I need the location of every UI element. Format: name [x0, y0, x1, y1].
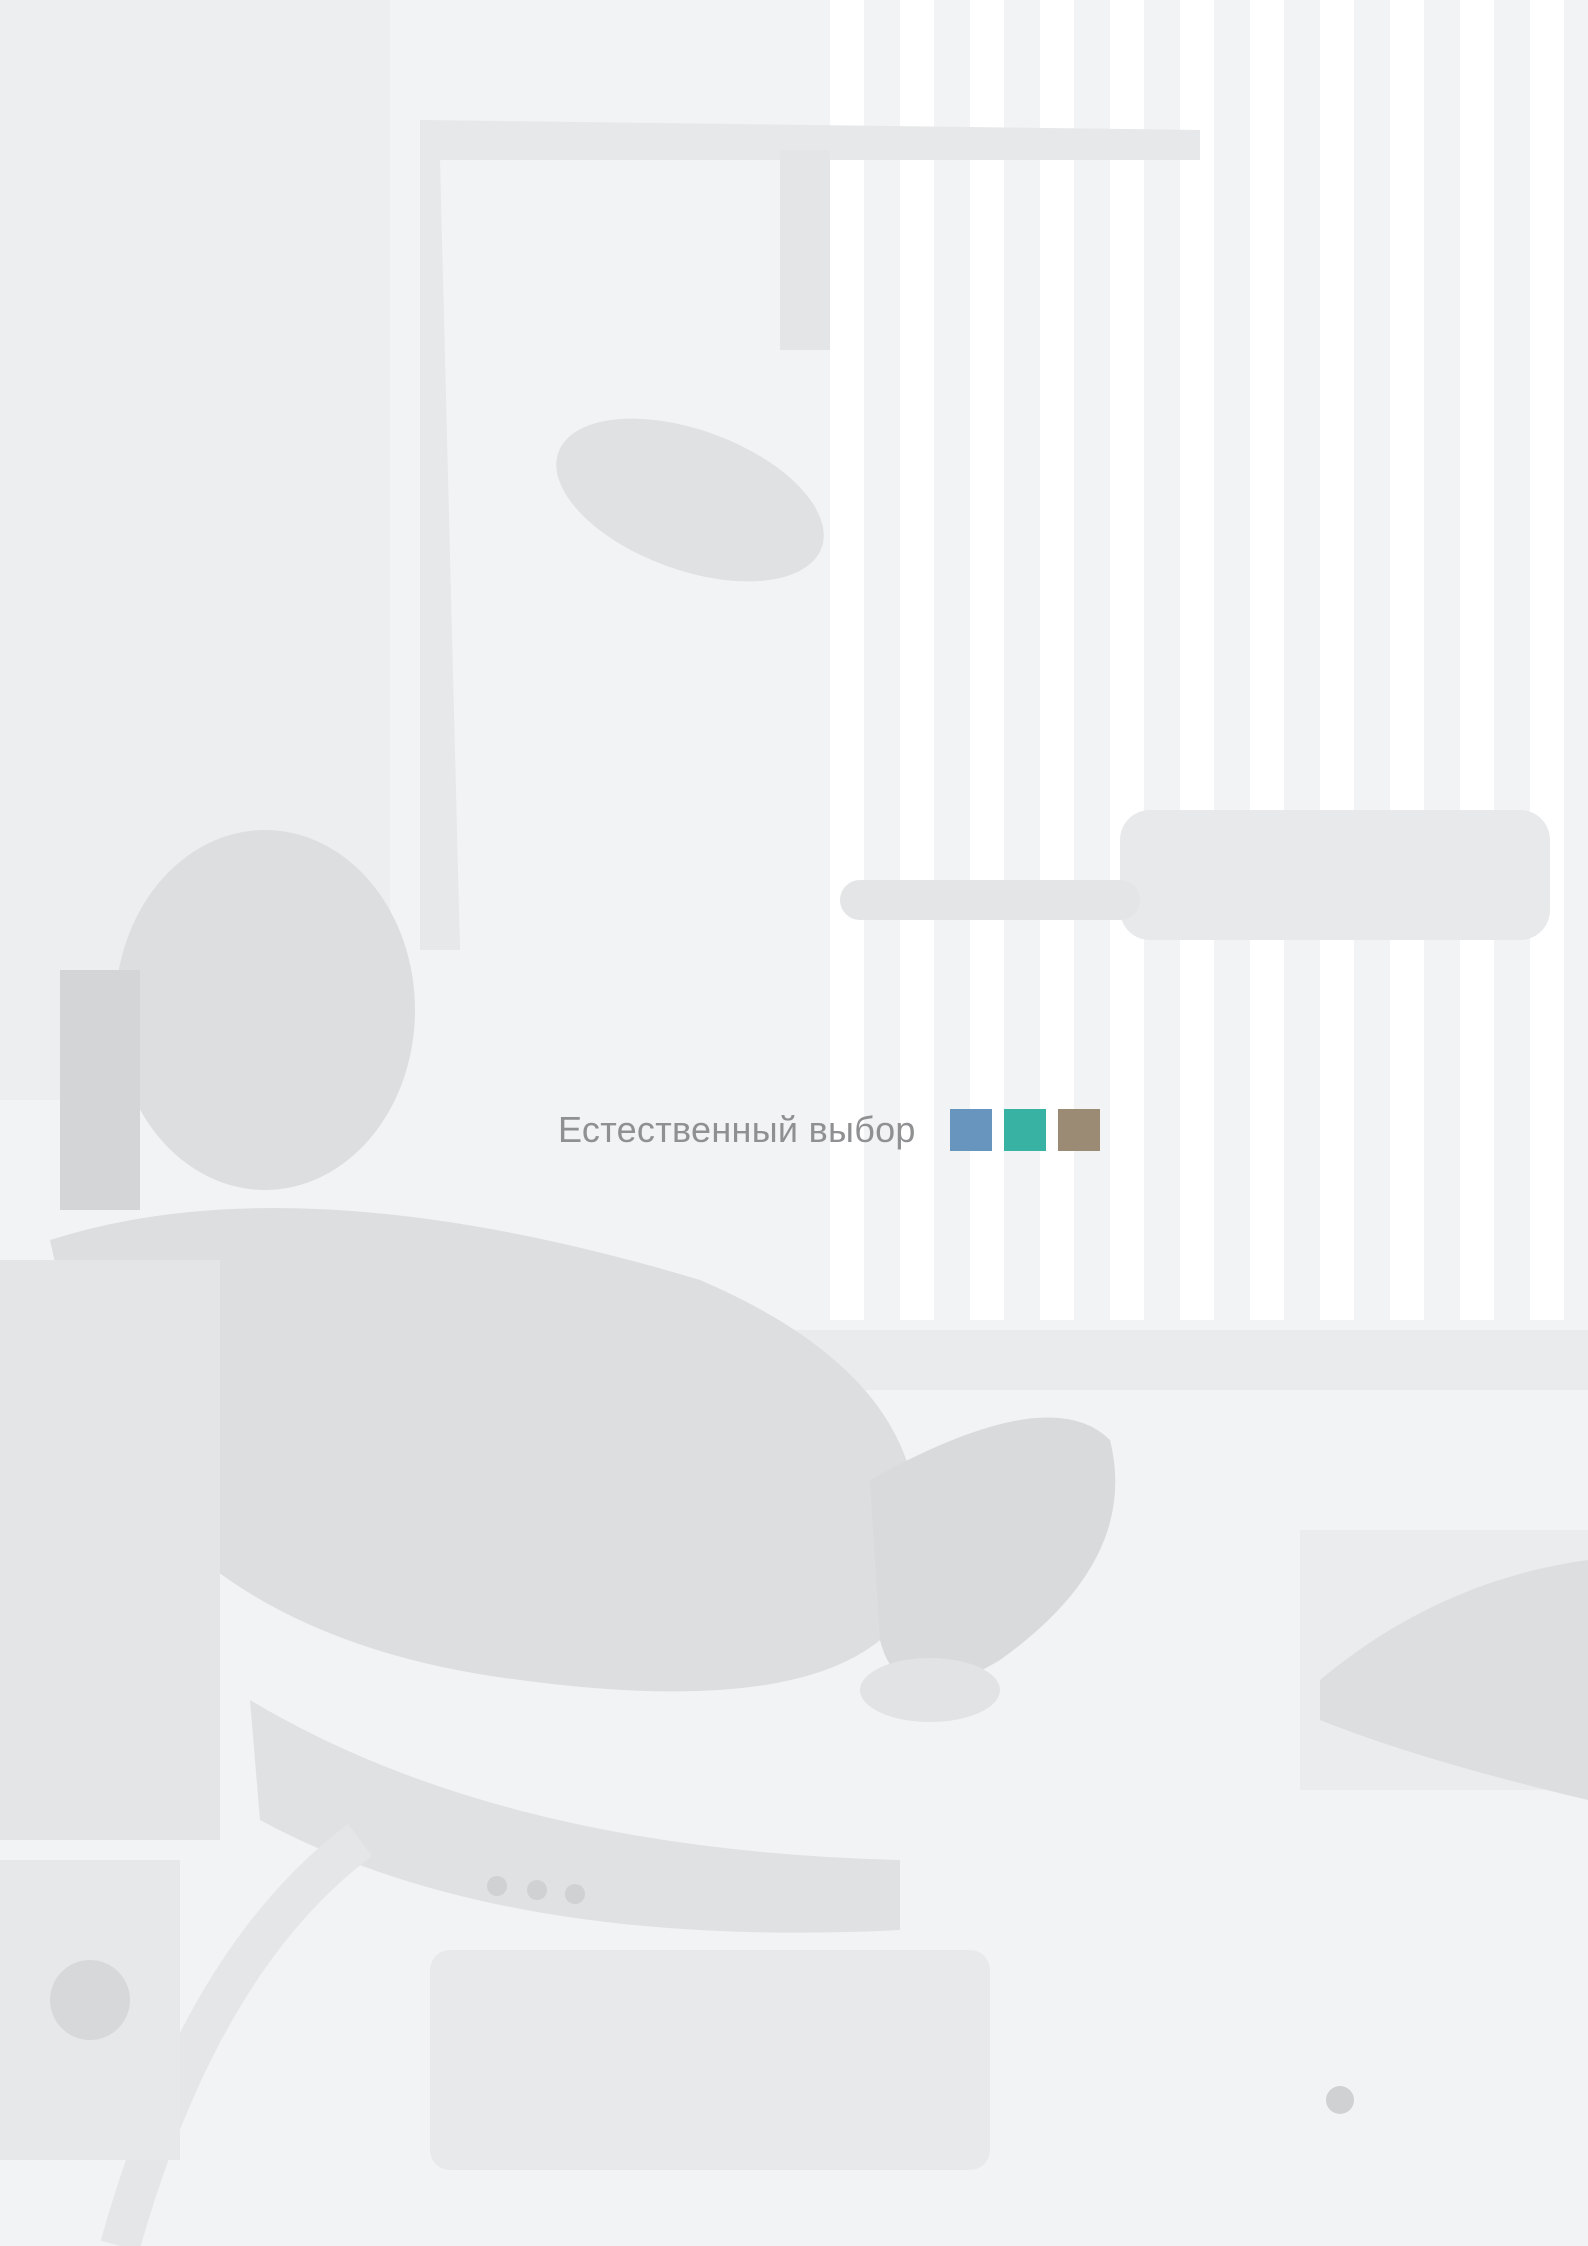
color-swatches: [949, 1109, 1112, 1151]
swatch-taupe: [1057, 1109, 1100, 1151]
cover-title-row: Естественный выбор: [558, 1105, 1112, 1155]
page-title: Естественный выбор: [558, 1109, 916, 1150]
swatch-blue: [949, 1109, 992, 1151]
swatch-teal: [1003, 1109, 1046, 1151]
